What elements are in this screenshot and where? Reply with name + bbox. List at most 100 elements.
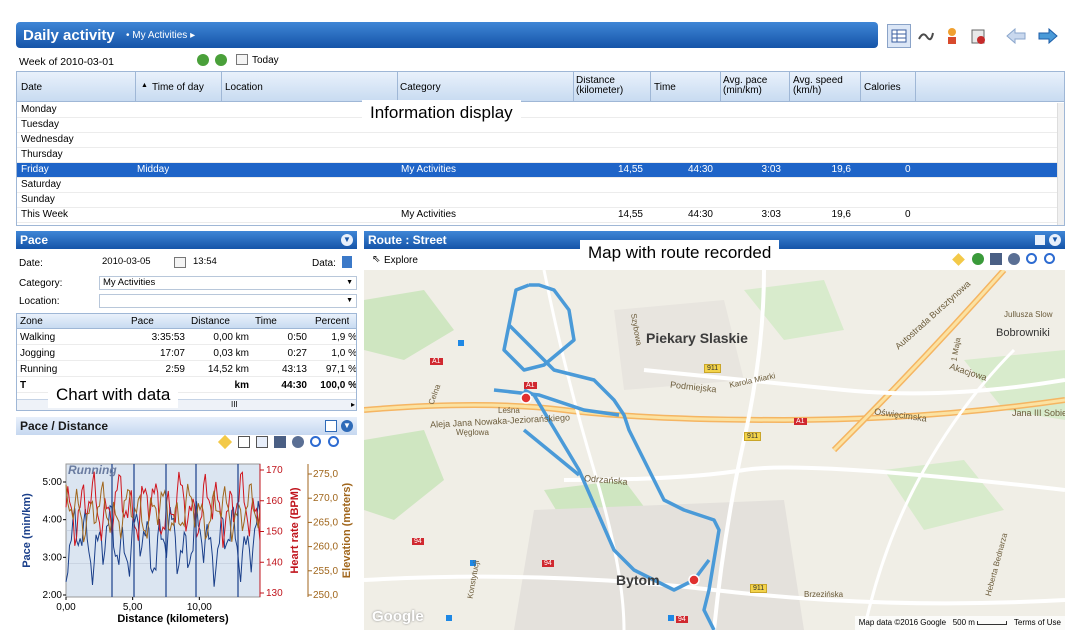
- zone-cell: 3:35:53: [151, 332, 185, 343]
- table-cell: Friday: [21, 164, 49, 175]
- table-cell: Midday: [137, 164, 170, 175]
- col-avg-speed[interactable]: Avg. speed (km/h): [793, 76, 853, 96]
- gear-icon[interactable]: [292, 436, 304, 448]
- pace-col[interactable]: Pace: [131, 316, 154, 327]
- diamond-icon[interactable]: [952, 253, 965, 266]
- time-field[interactable]: 13:54: [190, 256, 230, 270]
- y-tick-label: 5:00: [43, 477, 63, 488]
- table-cell: 14,55: [617, 209, 643, 220]
- collapse-icon[interactable]: ▼: [341, 234, 353, 246]
- next-week-button[interactable]: [215, 54, 227, 66]
- chart-panel-title: Pace / Distance ▼: [16, 417, 357, 435]
- forward-arrow-icon[interactable]: [1036, 24, 1060, 48]
- collapse-icon[interactable]: ▼: [341, 420, 353, 432]
- zoom-in-icon[interactable]: [310, 436, 321, 447]
- map-data-credit: Map data ©2016 Google: [858, 618, 947, 627]
- route-view-button[interactable]: [914, 24, 938, 48]
- location-select[interactable]: ▼: [99, 294, 357, 308]
- breadcrumb[interactable]: • My Activities ▸: [126, 30, 195, 41]
- grid-icon[interactable]: [238, 436, 250, 448]
- data-menu-icon[interactable]: [342, 256, 352, 268]
- table-row[interactable]: Friday Midday My Activities 14,55 44:30 3:03 1…: [17, 163, 1064, 178]
- time-col[interactable]: Time: [255, 316, 277, 327]
- table-row[interactable]: This Week My Activities 14,55 44:30 3:03 19,6…: [17, 208, 1064, 223]
- col-location[interactable]: Location: [225, 82, 263, 93]
- col-time[interactable]: Time: [654, 82, 676, 93]
- refresh-icon[interactable]: [972, 253, 984, 265]
- prev-week-button[interactable]: [197, 54, 209, 66]
- zone-cell: 1,9 %: [331, 332, 357, 343]
- list-view-icon[interactable]: [1035, 235, 1045, 245]
- zone-cell: 0:50: [287, 332, 307, 343]
- zoom-out-icon[interactable]: [1044, 253, 1055, 264]
- back-arrow-icon[interactable]: [1004, 24, 1028, 48]
- hr-tick-label: 140: [266, 557, 283, 568]
- calendar-icon[interactable]: [236, 54, 248, 65]
- gear-icon[interactable]: [1008, 253, 1020, 265]
- table-cell: 3:03: [761, 164, 781, 175]
- table-row[interactable]: Monday: [17, 103, 1064, 118]
- table-scrollbar[interactable]: [1057, 103, 1064, 225]
- x-tick-label: 0,00: [56, 602, 76, 613]
- callout-chart-with-data: Chart with data: [48, 382, 179, 408]
- collapse-icon[interactable]: ▼: [1049, 234, 1061, 246]
- col-time-of-day[interactable]: Time of day: [152, 82, 204, 93]
- sort-asc-icon[interactable]: ▲: [141, 82, 148, 89]
- date-picker-icon[interactable]: [174, 257, 186, 268]
- table-row[interactable]: Wednesday: [17, 133, 1064, 148]
- zoom-out-icon[interactable]: [328, 436, 339, 447]
- zone-cell: 14,52 km: [207, 364, 249, 375]
- list-view-icon[interactable]: [325, 420, 337, 432]
- save-icon[interactable]: [274, 436, 286, 448]
- map-footer: Map data ©2016 Google 500 m Terms of Use: [854, 616, 1065, 630]
- col-distance[interactable]: Distance (kilometer): [576, 76, 646, 96]
- diamond-icon[interactable]: [217, 434, 233, 450]
- date-field[interactable]: 2010-03-05: [99, 256, 169, 270]
- map-label-bobrowniki: Bobrowniki: [996, 327, 1050, 339]
- table-view-button[interactable]: [887, 24, 911, 48]
- zone-cell: T: [20, 380, 27, 391]
- chart-icon[interactable]: [256, 436, 268, 448]
- x-tick-label: 10,00: [187, 602, 212, 613]
- zone-cell: Walking: [20, 332, 56, 343]
- zoom-in-icon[interactable]: [1026, 253, 1037, 264]
- x-tick-label: 5,00: [123, 602, 143, 613]
- today-button[interactable]: Today: [252, 55, 279, 66]
- map-label-bytom: Bytom: [616, 572, 660, 588]
- category-select[interactable]: My Activities ▼: [99, 276, 357, 290]
- calendar-delete-icon[interactable]: [966, 24, 990, 48]
- zone-row[interactable]: Running 2:59 14,52 km 43:13 97,1 %: [17, 362, 356, 377]
- page-title: Daily activity: [23, 27, 115, 44]
- table-row[interactable]: Tuesday: [17, 118, 1064, 133]
- scroll-right-icon[interactable]: ▸: [351, 400, 355, 409]
- table-body: Monday Tuesday Wednesday Thursday Friday Midd…: [17, 103, 1064, 225]
- explore-button[interactable]: Explore: [384, 255, 418, 266]
- percent-col[interactable]: Percent: [315, 316, 349, 327]
- table-row[interactable]: Sunday: [17, 193, 1064, 208]
- table-cell: Tuesday: [21, 119, 59, 130]
- distance-col[interactable]: Distance: [191, 316, 230, 327]
- col-date[interactable]: Date: [21, 82, 42, 93]
- table-row[interactable]: Thursday: [17, 148, 1064, 163]
- table-cell: This Week: [21, 209, 69, 220]
- col-avg-pace[interactable]: Avg. pace (min/km): [723, 76, 783, 96]
- zone-col[interactable]: Zone: [20, 316, 43, 327]
- cursor-icon[interactable]: ⇖: [372, 254, 380, 265]
- zone-cell: 100,0 %: [320, 380, 357, 391]
- table-cell: 44:30: [687, 164, 713, 175]
- zone-row[interactable]: Walking 3:35:53 0,00 km 0:50 1,9 %: [17, 330, 357, 345]
- table-cell: 14,55: [617, 164, 643, 175]
- col-category[interactable]: Category: [400, 82, 441, 93]
- chevron-down-icon: ▼: [346, 279, 353, 286]
- hr-tick-label: 170: [266, 465, 283, 476]
- athlete-icon[interactable]: [940, 24, 964, 48]
- zone-cell: 0,00 km: [213, 332, 249, 343]
- save-icon[interactable]: [990, 253, 1002, 265]
- terms-link[interactable]: Terms of Use: [1014, 618, 1061, 627]
- route-map[interactable]: Piekary Slaskie Bytom Bobrowniki Podmiej…: [364, 270, 1065, 630]
- y-axis-label-hr: Heart rate (BPM): [289, 487, 301, 574]
- col-calories[interactable]: Calories: [864, 82, 901, 93]
- table-cell: 0: [905, 209, 911, 220]
- zone-row[interactable]: Jogging 17:07 0,03 km 0:27 1,0 %: [17, 346, 356, 361]
- table-row[interactable]: Saturday: [17, 178, 1064, 193]
